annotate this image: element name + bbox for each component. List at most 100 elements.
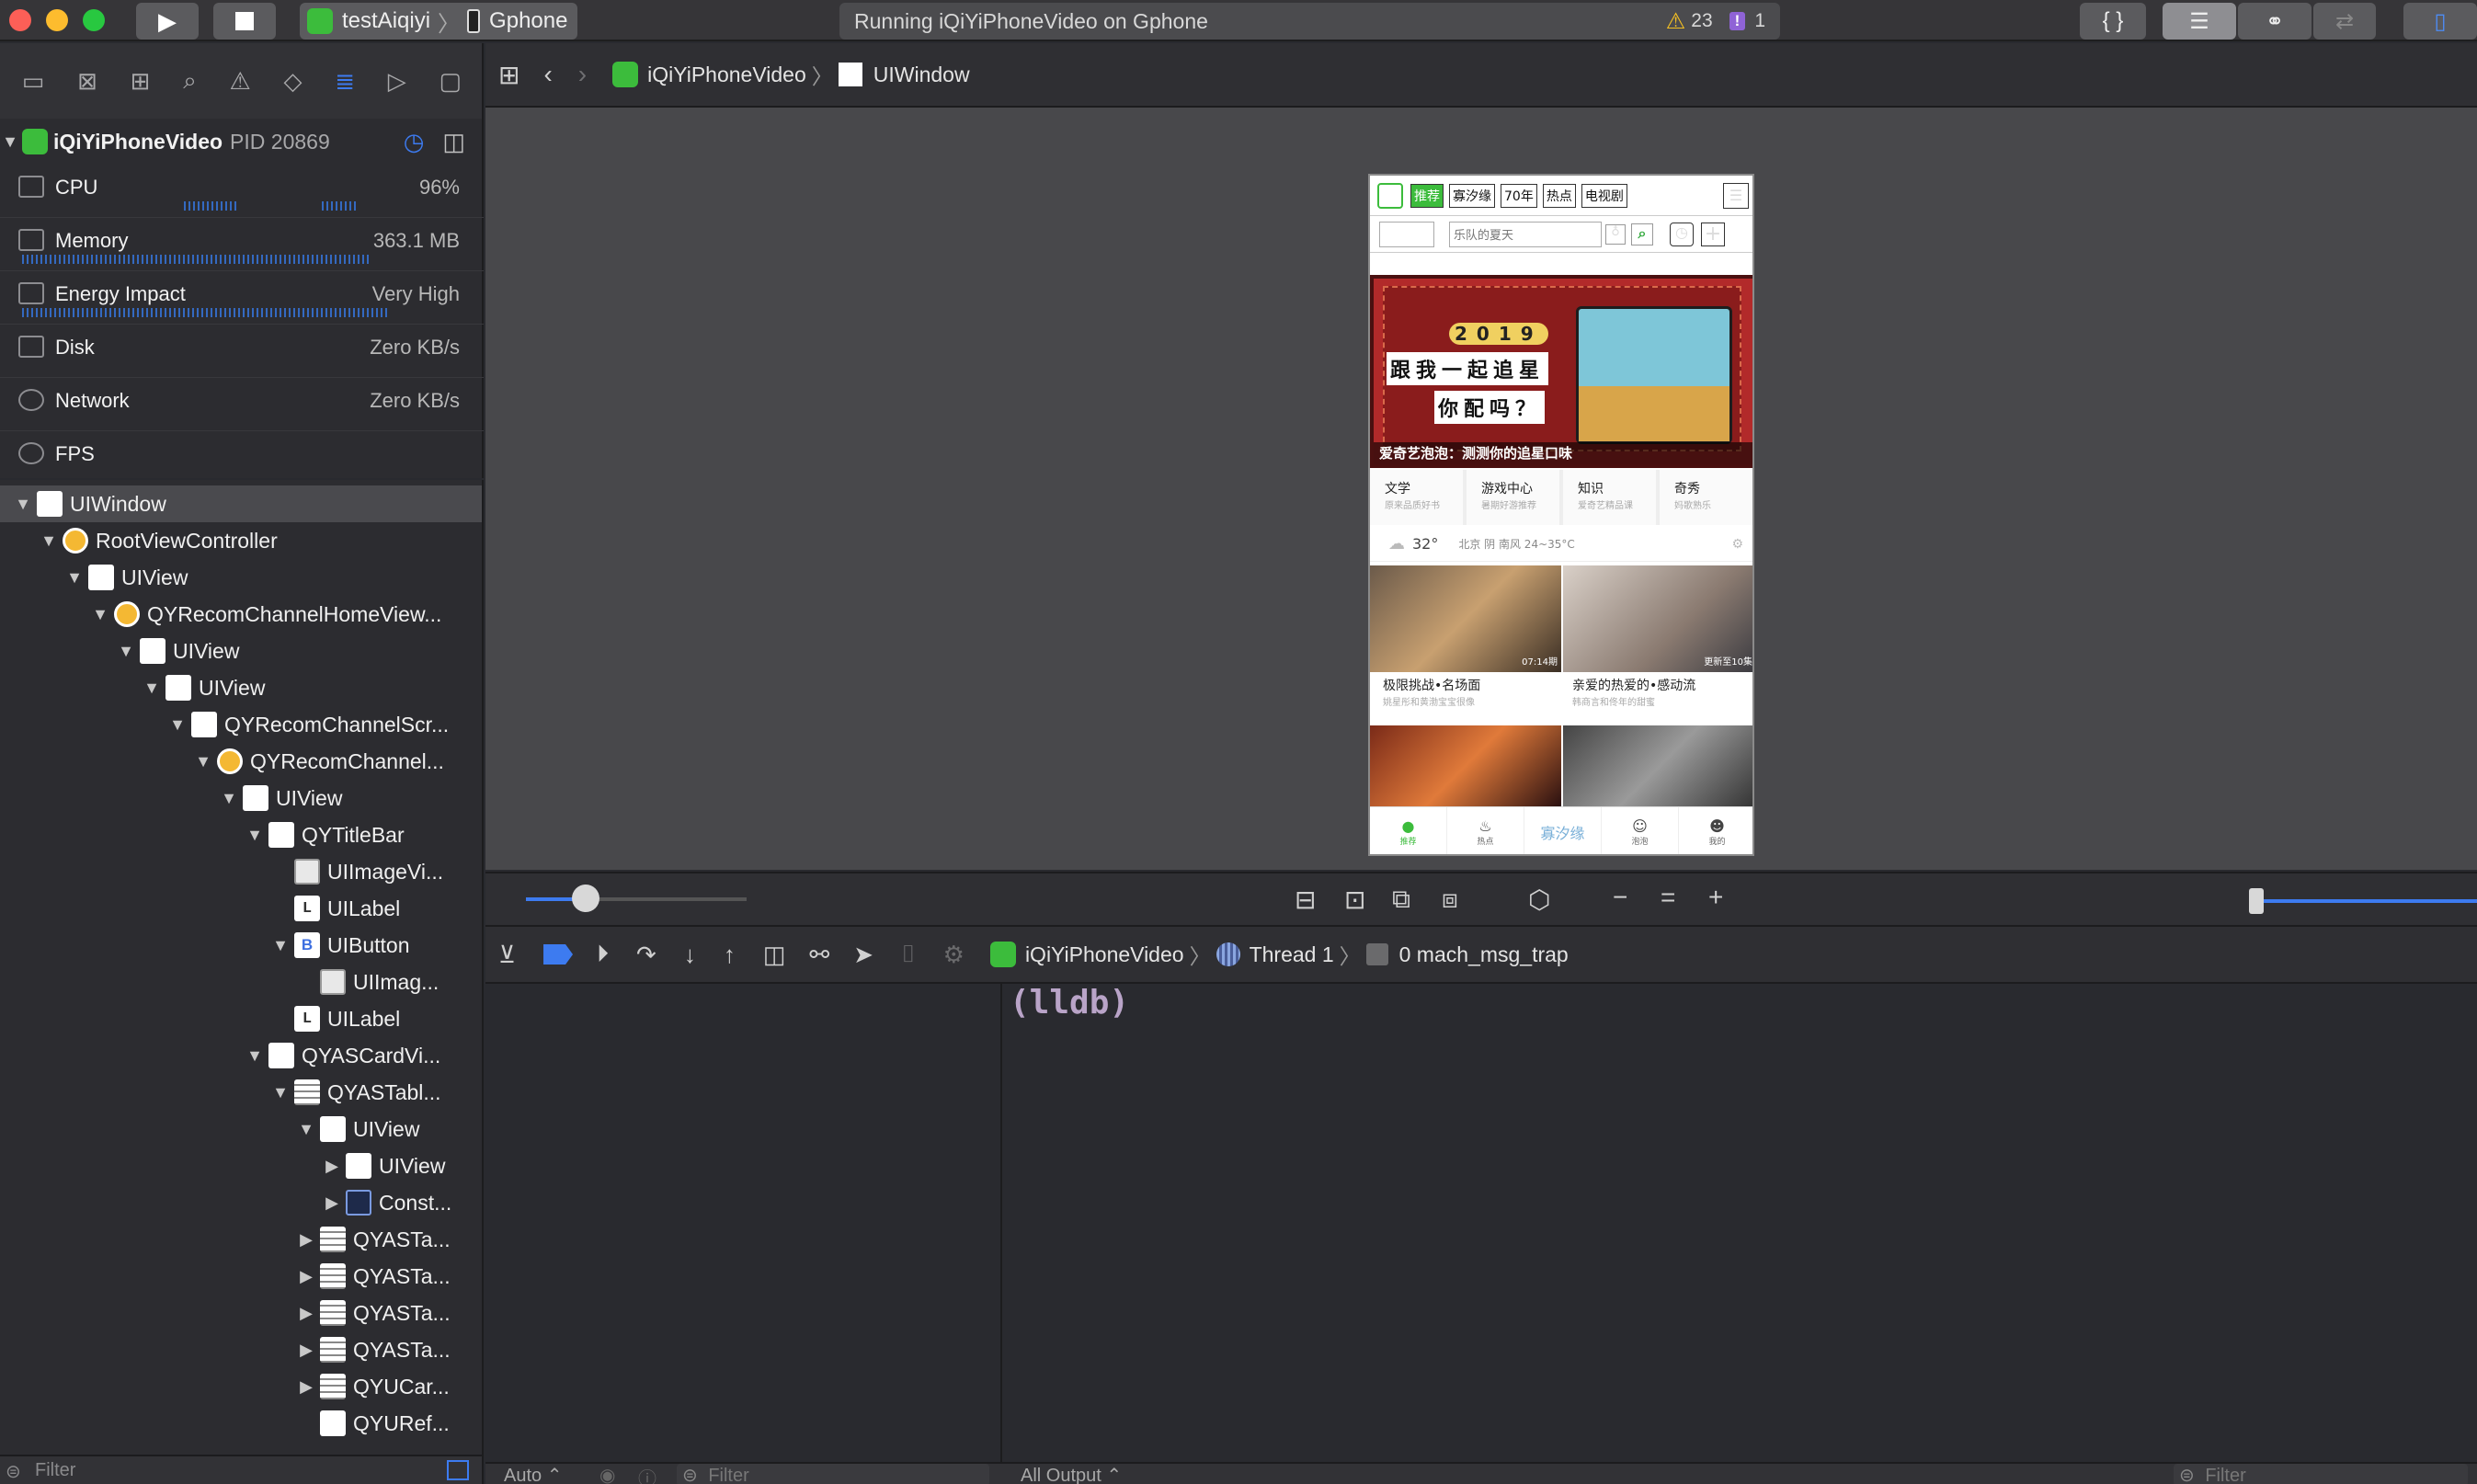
tree-row[interactable]: ▼ QYASCardVi... (0, 1037, 482, 1074)
video-card-2[interactable]: 更新至10集 亲爱的热爱的•感动流 韩商言和佟年的甜蜜 (1563, 565, 1752, 722)
issue-icon[interactable]: ! (1729, 12, 1746, 30)
tree-row[interactable]: L UILabel (0, 890, 482, 927)
tree-row[interactable]: ▼ QYRecomChannel... (0, 743, 482, 780)
eye-icon[interactable]: ◉ (599, 1464, 615, 1484)
close-window-button[interactable] (9, 9, 31, 31)
bottom-tab[interactable]: 寡汐缘 (1524, 807, 1602, 854)
thread-name[interactable]: Thread 1 (1250, 942, 1334, 967)
disclosure-collapsed-icon[interactable]: ▶ (322, 1157, 342, 1176)
device-screen-preview[interactable]: 推荐 寡汐缘 70年 热点 电视剧 ☰ 乐队的夏天 ♁ ⌕ ◷ + 2019 跟我一起追… (1368, 174, 1754, 856)
search-icon[interactable]: ⌕ (1631, 223, 1653, 245)
network-gauge[interactable]: Network Zero KB/s (0, 378, 484, 431)
disclosure-collapsed-icon[interactable]: ▶ (296, 1377, 316, 1397)
step-over-icon[interactable]: ↷ (636, 941, 656, 969)
variable-filter-input[interactable]: ⊜ Filter (677, 1464, 989, 1484)
lldb-prompt[interactable]: (lldb) (1010, 984, 1129, 1022)
mic-icon[interactable]: ♁ (1605, 223, 1626, 245)
library-button[interactable]: { } (2080, 3, 2146, 40)
hide-debug-area-icon[interactable]: ⊻ (498, 941, 516, 969)
environment-gear-icon[interactable]: ⚙ (943, 941, 965, 969)
tree-row[interactable]: L UILabel (0, 1000, 482, 1037)
tree-row[interactable]: ▶ QYASTa... (0, 1295, 482, 1331)
clip-content-icon[interactable]: ⊟ (1295, 885, 1316, 915)
zoom-in-icon[interactable]: + (1708, 883, 1723, 912)
process-row[interactable]: ▼ iQiYiPhoneVideo PID 20869 ◷ ◫ (0, 119, 484, 165)
tree-row[interactable]: ▶ QYASTa... (0, 1221, 482, 1258)
gauge-icon[interactable]: ◷ (404, 128, 425, 156)
channel-tab[interactable]: 电视剧 (1581, 183, 1627, 208)
disclosure-expanded-icon[interactable]: ▼ (167, 715, 188, 735)
spacing-slider-thumb[interactable] (572, 885, 599, 912)
minimize-window-button[interactable] (46, 9, 68, 31)
tree-row[interactable]: ▼ QYRecomChannelHomeView... (0, 596, 482, 633)
bottom-tab[interactable]: ☻ 我的 (1679, 807, 1752, 854)
warning-icon[interactable]: ⚠ (1666, 8, 1686, 35)
tree-row[interactable]: ▼ UIView (0, 780, 482, 816)
disclosure-collapsed-icon[interactable]: ▶ (296, 1230, 316, 1250)
output-selector[interactable]: All Output ⌃ (1021, 1464, 1122, 1484)
tree-row[interactable]: ▶ QYASTa... (0, 1331, 482, 1368)
range-slider-thumb[interactable] (2249, 888, 2264, 914)
issue-warning-icon[interactable]: ⚠ (229, 67, 250, 96)
camera-icon[interactable]: ⌷ (901, 940, 916, 969)
promo-banner[interactable]: 2019 跟我一起追星 你配吗？ 爱奇艺泡泡：测测你的追星口味 (1370, 275, 1752, 468)
tree-row[interactable]: ▶ QYUCar... (0, 1368, 482, 1405)
cpu-gauge[interactable]: CPU 96% (0, 165, 484, 218)
issue-count[interactable]: 1 (1754, 10, 1765, 32)
tree-row[interactable]: ▶ UIView (0, 1147, 482, 1184)
tree-row[interactable]: ▼ QYASTabl... (0, 1074, 482, 1111)
bottom-tab[interactable]: ♨ 热点 (1447, 807, 1524, 854)
video-thumbnail-4[interactable] (1563, 725, 1752, 806)
bottom-tab[interactable]: ● 推荐 (1370, 807, 1447, 854)
orient-3d-icon[interactable]: ⬡ (1528, 885, 1550, 915)
console-filter-input[interactable]: ⊜ Filter (2174, 1464, 2468, 1484)
source-control-icon[interactable]: ⊠ (77, 67, 97, 96)
range-slider[interactable] (2249, 888, 2477, 914)
zoom-actual-icon[interactable]: = (1661, 883, 1675, 912)
fps-gauge[interactable]: FPS (0, 431, 484, 485)
filter-input[interactable]: Filter (35, 1460, 75, 1481)
energy-gauge[interactable]: Energy Impact Very High (0, 271, 484, 325)
tree-row[interactable]: ▼ RootViewController (0, 522, 482, 559)
disclosure-expanded-icon[interactable]: ▼ (245, 1046, 265, 1066)
run-button[interactable]: ▶ (136, 3, 199, 40)
disk-gauge[interactable]: Disk Zero KB/s (0, 325, 484, 378)
disclosure-expanded-icon[interactable]: ▼ (116, 642, 136, 661)
navigator-toggle-button[interactable]: ▯ (2403, 3, 2477, 40)
tree-row[interactable]: ▼ UIView (0, 1111, 482, 1147)
tree-row[interactable]: ▼ UIView (0, 669, 482, 706)
search-icon[interactable]: ⌕ (183, 66, 197, 96)
tree-row[interactable]: ▶ Const... (0, 1184, 482, 1221)
frame-name[interactable]: 0 mach_msg_trap (1399, 942, 1569, 967)
filter-toggle-icon[interactable] (447, 1460, 469, 1480)
disclosure-expanded-icon[interactable]: ▼ (142, 679, 162, 698)
tree-row[interactable]: ▶ QYASTa... (0, 1258, 482, 1295)
channel-tab[interactable]: 热点 (1542, 183, 1576, 208)
breadcrumb-item[interactable]: UIWindow (873, 63, 970, 87)
zoom-window-button[interactable] (83, 9, 105, 31)
breakpoints-toggle-icon[interactable] (543, 944, 574, 965)
disclosure-triangle-icon[interactable]: ▼ (0, 132, 20, 152)
adjust-style-icon[interactable]: ⧉ (1392, 885, 1410, 915)
symbol-icon[interactable]: ⊞ (131, 67, 151, 96)
video-thumbnail-3[interactable] (1370, 725, 1561, 806)
video-card-1[interactable]: 07:14期 极限挑战•名场面 姚星彤和黄渤宝宝很像 (1370, 565, 1561, 722)
tree-row-selected[interactable]: ▼ UIWindow (0, 485, 482, 522)
console-view[interactable]: (lldb) (1004, 984, 2477, 1462)
debug-navigator-icon[interactable]: ≣ (335, 67, 355, 96)
zoom-out-icon[interactable]: − (1613, 883, 1627, 912)
step-out-icon[interactable]: ↑ (724, 941, 736, 969)
breadcrumb-app[interactable]: iQiYiPhoneVideo (647, 63, 806, 87)
settings-icon[interactable]: ⚙ (1731, 537, 1743, 552)
test-icon[interactable]: ◇ (284, 67, 302, 96)
tree-row[interactable]: UIImag... (0, 964, 482, 1000)
exec-app-name[interactable]: iQiYiPhoneVideo (1025, 942, 1184, 967)
category-item[interactable]: 游戏中心 暑期好游推荐 (1467, 470, 1563, 525)
variables-view[interactable] (485, 984, 1002, 1462)
stop-button[interactable] (213, 3, 276, 40)
breakpoint-icon[interactable]: ▷ (388, 67, 406, 96)
forward-icon[interactable]: › (578, 60, 587, 89)
add-icon[interactable]: + (1701, 222, 1725, 246)
grid-icon[interactable]: ⊞ (498, 60, 519, 90)
category-item[interactable]: 文学 原来品质好书 (1370, 470, 1467, 525)
